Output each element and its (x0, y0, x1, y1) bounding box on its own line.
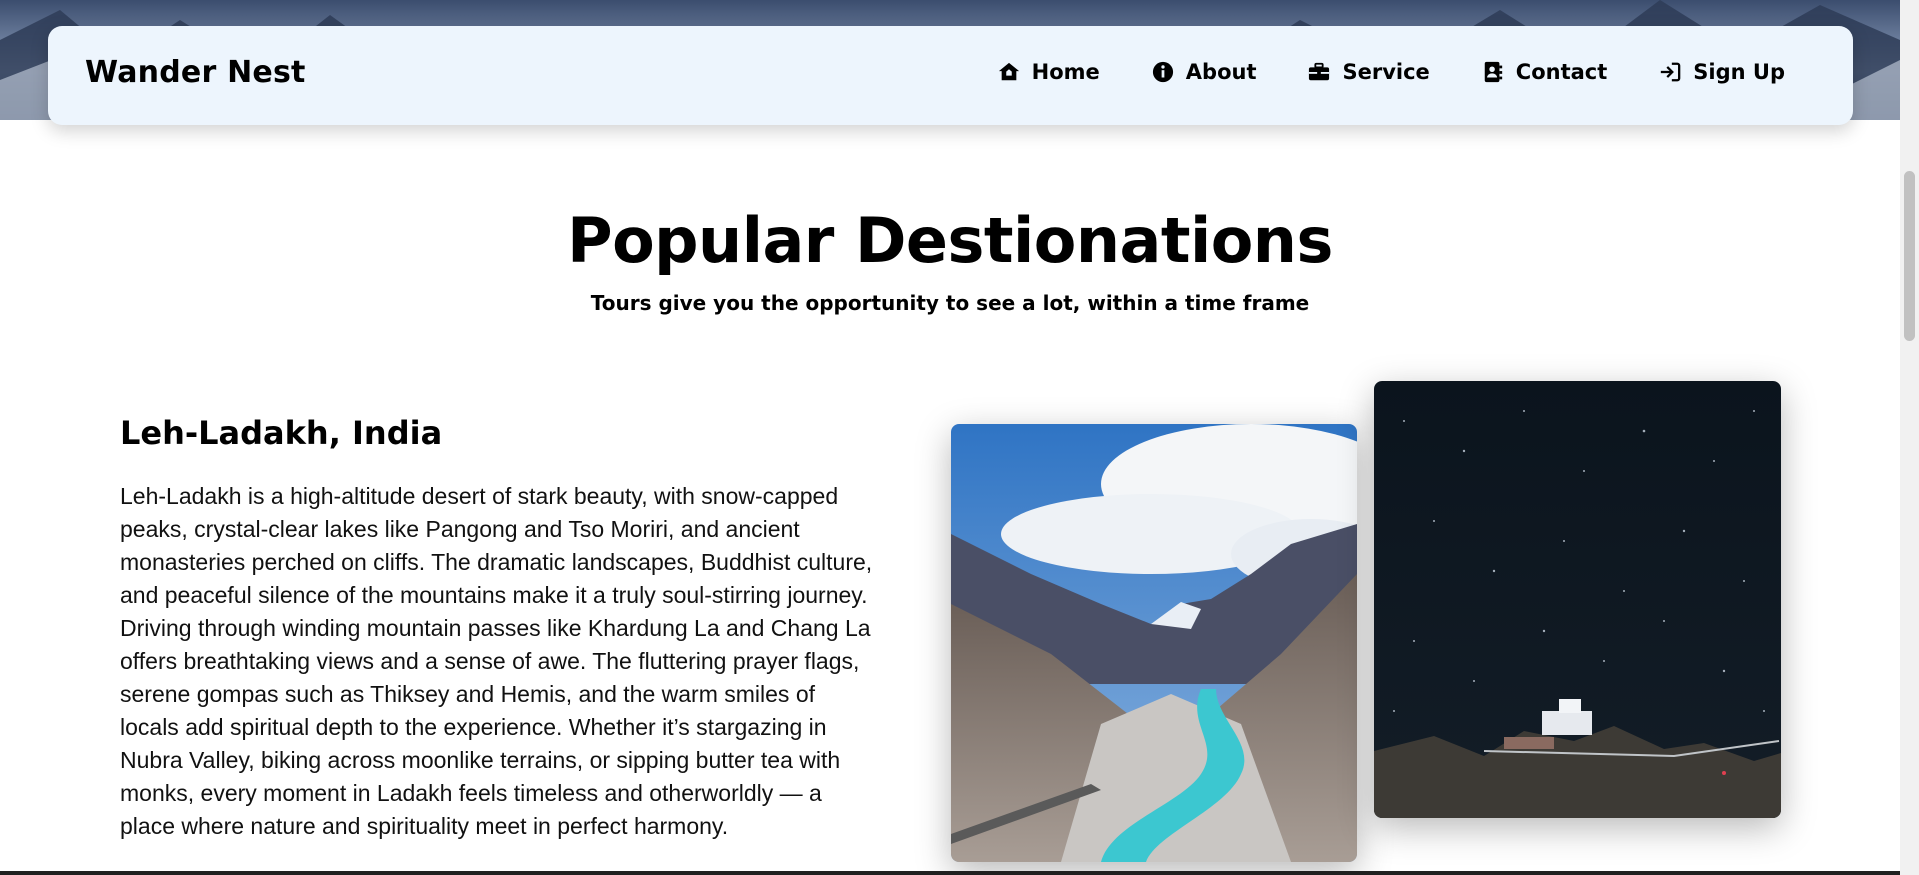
scrollbar[interactable] (1900, 0, 1919, 875)
nav-item-sign-up[interactable]: Sign Up (1659, 60, 1785, 84)
nav-item-contact[interactable]: Contact (1482, 60, 1608, 84)
scrollbar-thumb[interactable] (1904, 171, 1915, 341)
window-bottom-edge (0, 871, 1900, 875)
nav-label-service: Service (1342, 60, 1430, 84)
nav-label-home: Home (1031, 60, 1100, 84)
nav-label-about: About (1185, 60, 1257, 84)
home-icon (998, 61, 1020, 83)
navbar: Wander Nest Home About Service Contact S… (48, 26, 1853, 125)
river-valley-photo (951, 424, 1357, 862)
contact-book-icon (1482, 61, 1504, 83)
info-icon (1152, 61, 1174, 83)
section-title: Popular Destionations (567, 204, 1333, 277)
nav-item-about[interactable]: About (1152, 60, 1257, 84)
section-subtitle: Tours give you the opportunity to see a … (590, 291, 1310, 315)
sign-in-icon (1659, 61, 1681, 83)
destination-title: Leh-Ladakh, India (120, 414, 443, 452)
nav-item-home[interactable]: Home (998, 60, 1100, 84)
night-sky-monastery-photo (1374, 381, 1781, 818)
nav-menu: Home About Service Contact Sign Up (998, 60, 1785, 84)
nav-item-service[interactable]: Service (1308, 60, 1430, 84)
nav-label-contact: Contact (1515, 60, 1608, 84)
destination-description: Leh-Ladakh is a high-altitude desert of … (120, 483, 873, 839)
nav-label-sign-up: Sign Up (1693, 60, 1785, 84)
briefcase-icon (1308, 61, 1330, 83)
brand-logo[interactable]: Wander Nest (85, 55, 306, 90)
